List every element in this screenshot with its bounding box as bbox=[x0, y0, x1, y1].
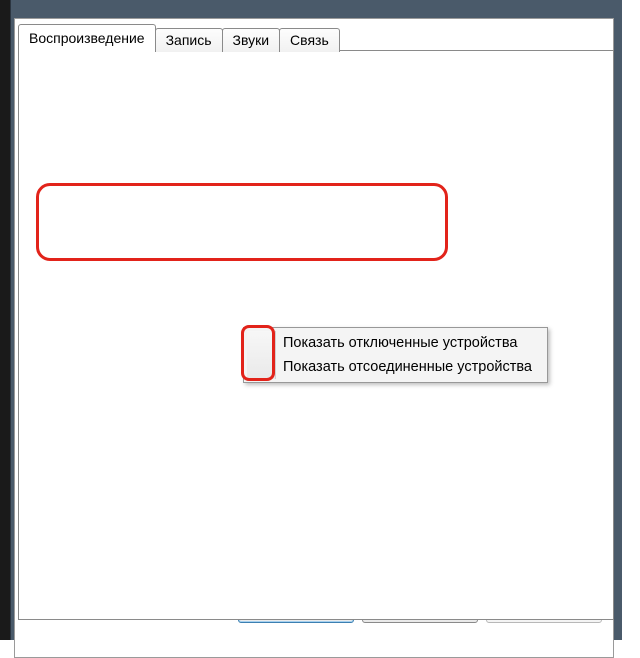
tab-recording[interactable]: Запись bbox=[155, 28, 223, 52]
menu-show-disabled[interactable]: Показать отключенные устройства bbox=[247, 331, 544, 355]
window-outer-frame: Воспроизведение Запись Звуки Связь Выбер… bbox=[0, 0, 622, 640]
context-menu: Показать отключенные устройства Показать… bbox=[243, 327, 548, 383]
tab-sounds[interactable]: Звуки bbox=[222, 28, 281, 52]
tab-communications[interactable]: Связь bbox=[279, 28, 340, 52]
menu-show-disconnected[interactable]: Показать отсоединенные устройства bbox=[247, 355, 544, 379]
tab-strip: Воспроизведение Запись Звуки Связь bbox=[18, 24, 340, 52]
tab-playback[interactable]: Воспроизведение bbox=[18, 24, 156, 52]
